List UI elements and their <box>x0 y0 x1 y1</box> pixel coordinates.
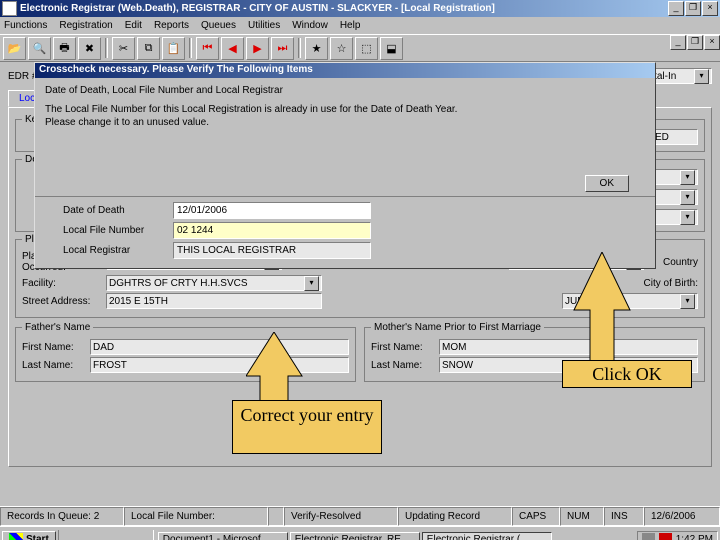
dialog-line3: Please change it to an unused value. <box>45 116 645 129</box>
tool-open-icon[interactable]: 📂 <box>3 37 26 60</box>
menu-functions[interactable]: Functions <box>4 20 47 31</box>
mother-last-label: Last Name: <box>371 360 435 371</box>
tray-clock: 1:42 PM <box>676 534 713 540</box>
start-button[interactable]: Start <box>2 531 56 540</box>
window-title: Electronic Registrar (Web.Death), REGIST… <box>20 3 668 14</box>
lfn-input[interactable]: 02 1244 <box>173 222 371 239</box>
taskbar-item-active[interactable]: Electronic Registrar (… <box>422 532 552 540</box>
crosscheck-dialog: Crosscheck necessary. Please Verify The … <box>34 62 656 269</box>
mother-first-field[interactable]: MOM <box>439 339 698 355</box>
menu-help[interactable]: Help <box>340 20 361 31</box>
tool-action1-icon[interactable]: ★ <box>305 37 328 60</box>
lr-input[interactable]: THIS LOCAL REGISTRAR <box>173 242 371 259</box>
tool-find-icon[interactable]: 🔍 <box>28 37 51 60</box>
tool-print-icon[interactable]: 🖶 <box>53 37 76 60</box>
city-birth-label: City of Birth: <box>644 278 698 289</box>
tool-action4-icon[interactable]: ⬓ <box>380 37 403 60</box>
taskbar-item[interactable]: Electronic Registrar, REG… <box>290 532 420 540</box>
arrow-ok-icon <box>572 252 632 364</box>
tool-first-icon[interactable]: ⏮ <box>196 37 219 60</box>
menu-reports[interactable]: Reports <box>154 20 189 31</box>
menu-window[interactable]: Window <box>292 20 328 31</box>
taskbar-item[interactable]: Document1 - Microsof… <box>158 532 288 540</box>
close-button[interactable]: × <box>702 1 718 16</box>
status-num: NUM <box>560 507 604 526</box>
status-date: 12/6/2006 <box>644 507 720 526</box>
dialog-title: Crosscheck necessary. Please Verify The … <box>35 63 655 78</box>
dialog-line1: Date of Death, Local File Number and Loc… <box>45 84 645 97</box>
minimize-button[interactable]: _ <box>668 1 684 16</box>
status-verify: Verify-Resolved <box>284 507 398 526</box>
tool-action3-icon[interactable]: ⬚ <box>355 37 378 60</box>
father-first-label: First Name: <box>22 342 86 353</box>
menu-queues[interactable]: Queues <box>201 20 236 31</box>
callout-correct-entry: Correct your entry <box>232 400 382 454</box>
system-tray: 1:42 PM <box>637 531 718 540</box>
status-ins: INS <box>604 507 644 526</box>
app-icon <box>2 1 17 16</box>
toolbar: 📂 🔍 🖶 ✖ ✂ ⧉ 📋 ⏮ ◀ ▶ ⏭ ★ ☆ ⬚ ⬓ <box>0 34 720 62</box>
menu-utilities[interactable]: Utilities <box>248 20 280 31</box>
quicklaunch-icon[interactable] <box>107 530 127 540</box>
father-last-label: Last Name: <box>22 360 86 371</box>
tool-copy-icon[interactable]: ⧉ <box>137 37 160 60</box>
dod-label: Date of Death <box>63 205 163 216</box>
mdi-close-button[interactable]: × <box>704 35 720 50</box>
chevron-down-icon[interactable]: ▾ <box>680 190 695 205</box>
lr-label: Local Registrar <box>63 245 163 256</box>
tool-delete-icon[interactable]: ✖ <box>78 37 101 60</box>
callout-click-ok: Click OK <box>562 360 692 388</box>
facility-field[interactable]: DGHTRS OF CRTY H.H.SVCS▾ <box>106 275 322 291</box>
status-lfn: Local File Number: <box>124 507 268 526</box>
taskbar: Start Document1 - Microsof… Electronic R… <box>0 526 720 540</box>
mdi-minimize-button[interactable]: _ <box>670 35 686 50</box>
chevron-down-icon[interactable]: ▾ <box>304 276 319 291</box>
lfn-label: Local File Number <box>63 225 163 236</box>
street-field[interactable]: 2015 E 15TH <box>106 293 322 309</box>
chevron-down-icon[interactable]: ▾ <box>680 294 695 309</box>
chevron-down-icon[interactable]: ▾ <box>694 69 709 84</box>
mother-first-label: First Name: <box>371 342 435 353</box>
tool-prev-icon[interactable]: ◀ <box>221 37 244 60</box>
menu-edit[interactable]: Edit <box>125 20 142 31</box>
quicklaunch-icon[interactable] <box>129 530 149 540</box>
mother-legend: Mother's Name Prior to First Marriage <box>371 322 544 333</box>
chevron-down-icon[interactable]: ▾ <box>680 170 695 185</box>
windows-flag-icon <box>9 533 23 540</box>
arrow-correct-icon <box>246 332 316 404</box>
father-legend: Father's Name <box>22 322 93 333</box>
maximize-button[interactable]: ❐ <box>685 1 701 16</box>
tool-next-icon[interactable]: ▶ <box>246 37 269 60</box>
status-caps: CAPS <box>512 507 560 526</box>
quicklaunch-icon[interactable] <box>85 530 105 540</box>
dod-input[interactable]: 12/01/2006 <box>173 202 371 219</box>
street-label: Street Address: <box>22 296 102 307</box>
facility-label: Facility: <box>22 278 102 289</box>
chevron-down-icon[interactable]: ▾ <box>680 210 695 225</box>
dialog-line2: The Local File Number for this Local Reg… <box>45 103 645 116</box>
ok-button[interactable]: OK <box>585 175 629 192</box>
tray-icon[interactable] <box>642 533 655 540</box>
status-bar: Records In Queue: 2 Local File Number: V… <box>0 506 720 526</box>
quicklaunch-icon[interactable] <box>63 530 83 540</box>
status-update: Updating Record <box>398 507 512 526</box>
status-queue: Records In Queue: 2 <box>0 507 124 526</box>
menu-registration[interactable]: Registration <box>59 20 112 31</box>
menu-bar: Functions Registration Edit Reports Queu… <box>0 17 720 34</box>
tool-action2-icon[interactable]: ☆ <box>330 37 353 60</box>
mdi-restore-button[interactable]: ❐ <box>687 35 703 50</box>
tool-paste-icon[interactable]: 📋 <box>162 37 185 60</box>
tool-cut-icon[interactable]: ✂ <box>112 37 135 60</box>
tool-last-icon[interactable]: ⏭ <box>271 37 294 60</box>
tray-icon[interactable] <box>659 533 672 540</box>
